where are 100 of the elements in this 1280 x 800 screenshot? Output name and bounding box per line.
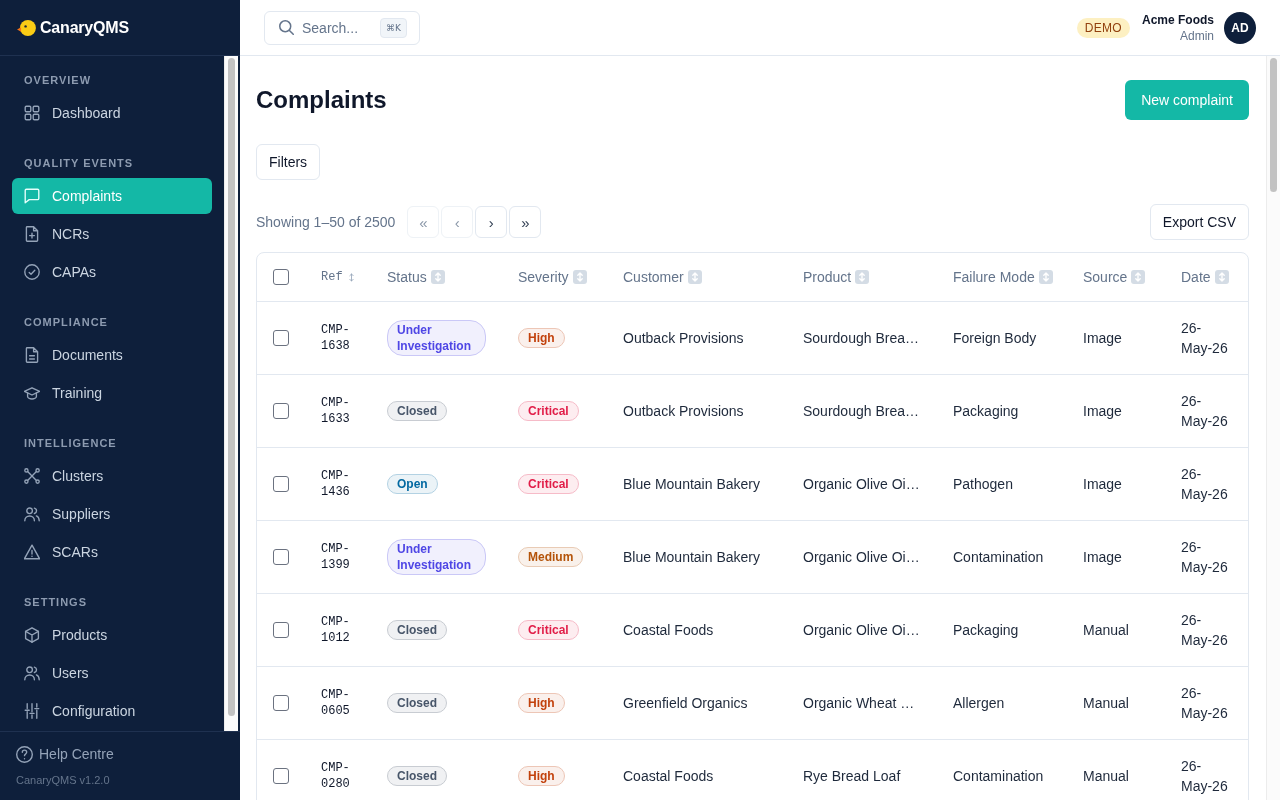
sort-icon[interactable] (1131, 270, 1146, 284)
ref-cell-text: CMP-1633 (321, 395, 351, 427)
column-header[interactable]: Product (803, 268, 852, 286)
filters-button[interactable]: Filters (256, 144, 321, 180)
table-cell-text: Image (1083, 475, 1122, 494)
speech-bubble-icon (24, 188, 40, 204)
users-icon (24, 665, 40, 681)
nav-item[interactable]: Training (12, 375, 212, 411)
scrollbar-thumb[interactable] (228, 58, 235, 716)
nav-item[interactable]: CAPAs (12, 254, 212, 290)
column-header[interactable]: Failure Mode (953, 268, 1035, 286)
checkbox[interactable] (273, 403, 289, 419)
scrollbar-thumb[interactable] (1270, 58, 1277, 192)
ref-cell-text: CMP-1436 (321, 468, 351, 500)
table-cell-text: Blue Mountain Bakery (623, 548, 760, 567)
search-icon (279, 20, 294, 35)
table-cell-text: Foreign Body (953, 329, 1037, 348)
nav-item[interactable]: SCARs (12, 534, 212, 570)
help-link[interactable]: Help Centre (16, 744, 114, 764)
checkbox[interactable] (273, 768, 289, 784)
section-heading: COMPLIANCE (23, 315, 109, 330)
sort-icon[interactable] (572, 270, 587, 284)
table-cell-text: Organic Wheat … (803, 694, 915, 713)
nav-item[interactable]: Configuration (12, 693, 212, 729)
section-heading: INTELLIGENCE (23, 436, 118, 451)
severity-tag: Critical (518, 474, 579, 494)
brand-name: CanaryQMS (40, 18, 129, 37)
ref-cell-text: CMP-0280 (321, 760, 351, 792)
nav-item[interactable]: NCRs (12, 216, 212, 252)
sort-icon[interactable] (687, 270, 702, 284)
status-tag: Closed (387, 693, 447, 713)
table-cell-text: Sourdough Brea… (803, 329, 919, 348)
nav-item[interactable]: Users (12, 655, 212, 691)
section-heading: QUALITY EVENTS (23, 156, 135, 171)
table-cell-text: Coastal Foods (623, 621, 714, 640)
checkbox[interactable] (273, 330, 289, 346)
severity-tag: High (518, 766, 565, 786)
grid-icon (24, 105, 40, 121)
document-icon (24, 347, 40, 363)
column-header[interactable]: Status (387, 268, 427, 286)
pagination-button[interactable]: › (475, 206, 508, 238)
mode-tag: DEMO (1076, 17, 1130, 38)
search-bar[interactable]: Search... ⌘K (264, 10, 420, 45)
column-header[interactable]: Source (1083, 268, 1128, 286)
graduation-cap-icon (24, 385, 40, 401)
table-cell-text: Image (1083, 548, 1122, 567)
sort-icon[interactable] (1214, 270, 1229, 284)
column-header[interactable]: Date (1181, 268, 1211, 286)
status-tag: Under Investigation (387, 320, 486, 356)
status-tag: Closed (387, 620, 447, 640)
severity-tag: Critical (518, 620, 579, 640)
checkbox[interactable] (273, 269, 289, 285)
section-heading: SETTINGS (23, 595, 88, 610)
warning-icon (24, 544, 40, 560)
severity-tag: Critical (518, 401, 579, 421)
column-header[interactable]: Severity (518, 268, 569, 286)
table-cell-text: Outback Provisions (623, 329, 744, 348)
ref-cell-text: CMP-1012 (321, 614, 351, 646)
account-role: Admin (1180, 27, 1214, 44)
help-icon (16, 745, 33, 763)
column-header[interactable]: Ref (321, 268, 343, 286)
nav-item[interactable]: Dashboard (12, 95, 212, 131)
table-cell-text: 26-May-26 (1181, 757, 1229, 796)
nav-item[interactable]: Products (12, 617, 212, 653)
table-cell-text: 26-May-26 (1181, 684, 1229, 723)
status-tag: Under Investigation (387, 539, 486, 575)
nav-item[interactable]: Suppliers (12, 496, 212, 532)
table-cell-text: Coastal Foods (623, 767, 714, 786)
table-cell-text: Pathogen (953, 475, 1013, 494)
checkbox[interactable] (273, 622, 289, 638)
table-cell-text: Organic Olive Oi… (803, 621, 920, 640)
search-input[interactable]: Search... (302, 19, 373, 36)
pagination-button[interactable]: » (509, 206, 542, 238)
nav-item[interactable]: Clusters (12, 458, 212, 494)
table-cell-text: Rye Bread Loaf (803, 767, 901, 786)
sort-icon[interactable] (1038, 270, 1053, 284)
sliders-icon (24, 703, 40, 719)
account-name: Acme Foods (1142, 11, 1214, 28)
status-tag: Open (387, 474, 438, 494)
sort-icon[interactable] (430, 270, 445, 284)
version-label: CanaryQMS v1.2.0 (16, 773, 110, 787)
table-cell-text: Packaging (953, 402, 1019, 421)
nav-item[interactable]: Documents (12, 337, 212, 373)
sort-icon[interactable] (855, 270, 870, 284)
avatar[interactable]: AD (1224, 11, 1256, 44)
checkbox[interactable] (273, 549, 289, 565)
sort-arrows-icon (348, 272, 354, 282)
table-cell-text: Organic Olive Oi… (803, 548, 920, 567)
table-cell-text: Allergen (953, 694, 1005, 713)
checkbox[interactable] (273, 695, 289, 711)
severity-tag: High (518, 693, 565, 713)
export-csv-button[interactable]: Export CSV (1149, 204, 1249, 240)
cube-icon (24, 627, 40, 643)
check-circle-icon (24, 264, 40, 280)
status-tag: Closed (387, 401, 447, 421)
checkbox[interactable] (273, 476, 289, 492)
table-cell-text: 26-May-26 (1181, 611, 1229, 650)
column-header[interactable]: Customer (623, 268, 684, 286)
table-cell-text: Blue Mountain Bakery (623, 475, 760, 494)
severity-tag: Medium (518, 547, 584, 567)
